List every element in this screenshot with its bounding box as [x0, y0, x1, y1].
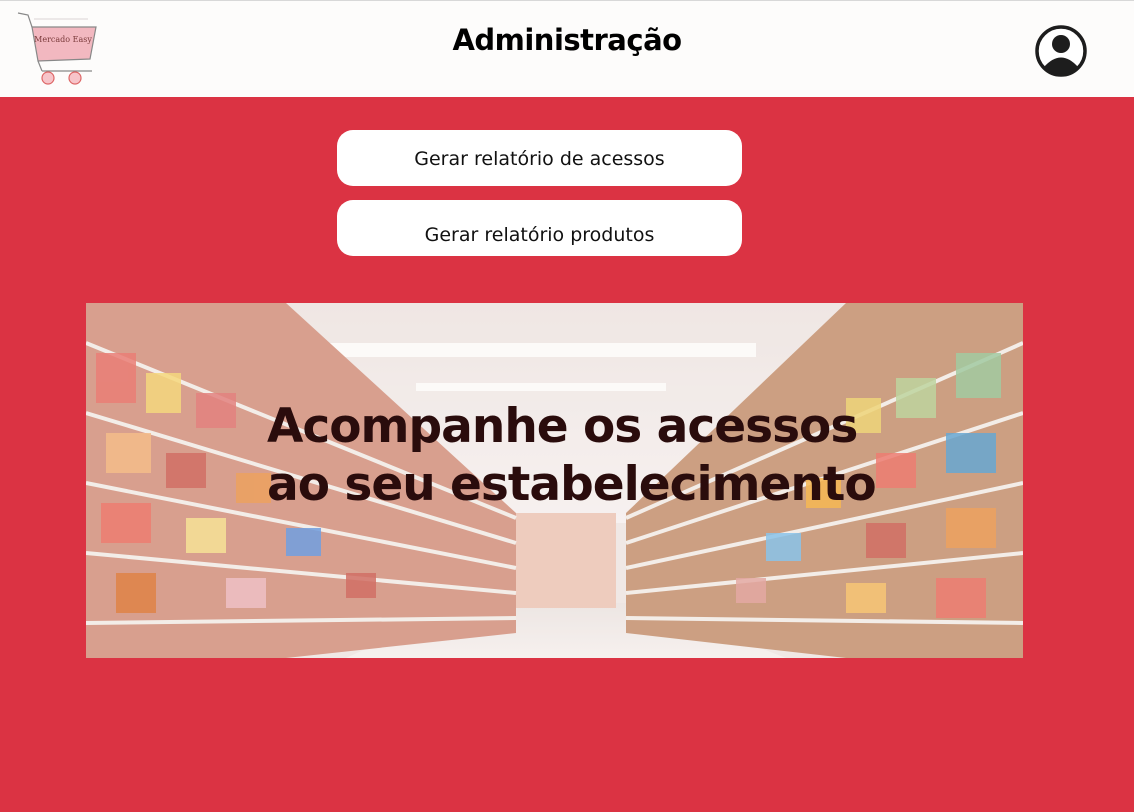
banner-headline-line2: ao seu estabelecimento	[267, 457, 877, 512]
banner-headline-line1: Acompanhe os acessos	[267, 399, 858, 454]
products-report-button[interactable]: Gerar relatório produtos	[337, 200, 742, 256]
access-report-button[interactable]: Gerar relatório de acessos	[337, 130, 742, 186]
promo-banner: Acompanhe os acessos ao seu estabelecime…	[86, 303, 1023, 658]
page-title: Administração	[452, 23, 682, 57]
profile-button[interactable]	[1034, 24, 1088, 78]
app-header: Mercado Easy Administração	[0, 0, 1134, 97]
banner-headline: Acompanhe os acessos ao seu estabelecime…	[267, 398, 967, 514]
user-circle-icon	[1035, 25, 1087, 77]
